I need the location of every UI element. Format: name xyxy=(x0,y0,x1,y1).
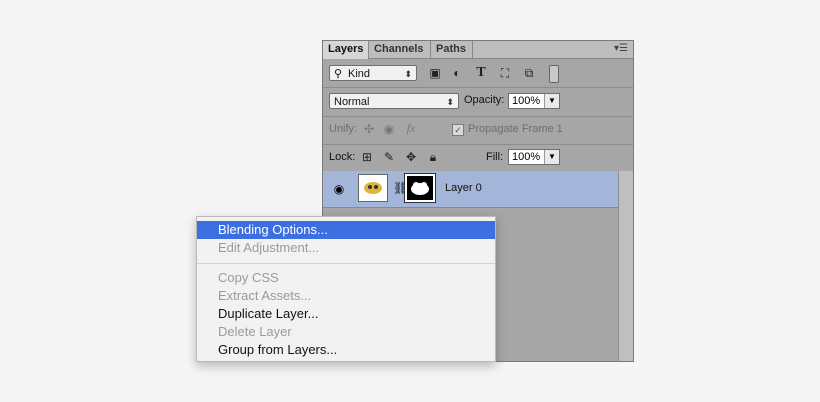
layers-scrollbar[interactable] xyxy=(618,171,633,361)
fill-field[interactable]: 100% ▼ xyxy=(508,149,560,165)
adjustment-filter-icon[interactable]: ◐ xyxy=(449,66,465,80)
menu-item-extract-assets[interactable]: Extract Assets... xyxy=(197,287,495,305)
lock-transparent-pixels-icon[interactable]: ⊞ xyxy=(359,150,375,164)
menu-separator xyxy=(197,263,495,264)
filter-row: ⚲ Kind ⬍ ▣ ◐ T ⛶ ⧉ xyxy=(323,59,633,88)
image-thumbnail-icon xyxy=(364,182,382,194)
fill-label: Fill: xyxy=(486,151,504,163)
type-filter-icon[interactable]: T xyxy=(473,65,489,81)
unify-visibility-icon[interactable]: ◉ xyxy=(381,122,397,136)
blend-row: Normal ⬍ Opacity: 100% ▼ xyxy=(323,88,633,117)
lock-position-icon[interactable]: ✥ xyxy=(403,150,419,164)
menu-item-duplicate-layer[interactable]: Duplicate Layer... xyxy=(197,305,495,323)
layer-row[interactable]: ◉ ⛓ Layer 0 xyxy=(323,171,619,208)
lock-all-icon[interactable]: 🔒︎ xyxy=(425,150,441,165)
layer-name[interactable]: Layer 0 xyxy=(445,182,482,194)
select-arrows-icon: ⬍ xyxy=(404,69,412,79)
menu-item-blending-options[interactable]: Blending Options... xyxy=(197,221,495,239)
dropdown-arrow-icon[interactable]: ▼ xyxy=(544,150,559,164)
unify-style-icon[interactable]: fx xyxy=(403,121,419,136)
lock-image-pixels-icon[interactable]: ✎ xyxy=(381,150,397,164)
menu-item-edit-adjustment[interactable]: Edit Adjustment... xyxy=(197,239,495,257)
search-icon: ⚲ xyxy=(334,68,343,80)
menu-item-delete-layer[interactable]: Delete Layer xyxy=(197,323,495,341)
layer-context-menu: Blending Options... Edit Adjustment... C… xyxy=(196,216,496,362)
shape-filter-icon[interactable]: ⛶ xyxy=(497,66,513,81)
unify-position-icon[interactable]: ✣ xyxy=(361,122,377,136)
opacity-label: Opacity: xyxy=(464,94,505,106)
tab-channels[interactable]: Channels xyxy=(369,41,431,58)
layer-thumbnail[interactable] xyxy=(358,174,388,202)
lock-label: Lock: xyxy=(329,151,356,163)
panel-menu-icon[interactable]: ▾☰ xyxy=(614,43,628,54)
mask-shape-icon xyxy=(411,182,429,195)
dropdown-arrow-icon[interactable]: ▼ xyxy=(544,94,559,108)
menu-item-group-from-layers[interactable]: Group from Layers... xyxy=(197,341,495,359)
filter-kind-label: Kind xyxy=(348,68,371,80)
unify-label: Unify: xyxy=(329,123,358,135)
smart-object-filter-icon[interactable]: ⧉ xyxy=(521,66,537,81)
menu-item-copy-css[interactable]: Copy CSS xyxy=(197,269,495,287)
lock-row: Lock: ⊞ ✎ ✥ 🔒︎ Fill: 100% ▼ xyxy=(323,145,633,172)
pixel-filter-icon[interactable]: ▣ xyxy=(427,66,443,80)
filter-toggle-switch[interactable] xyxy=(549,65,559,83)
tab-paths[interactable]: Paths xyxy=(431,41,473,58)
filter-kind-select[interactable]: ⚲ Kind ⬍ xyxy=(329,65,417,81)
propagate-label: Propagate Frame 1 xyxy=(468,123,563,135)
blend-mode-select[interactable]: Normal ⬍ xyxy=(329,93,459,109)
opacity-field[interactable]: 100% ▼ xyxy=(508,93,560,109)
blend-mode-value: Normal xyxy=(334,96,370,108)
panel-tabs: Layers Channels Paths ▾☰ xyxy=(323,41,633,59)
select-arrows-icon: ⬍ xyxy=(446,97,454,107)
layer-mask-thumbnail[interactable] xyxy=(404,173,436,203)
unify-row: Unify: ✣ ◉ fx ✓ Propagate Frame 1 xyxy=(323,117,633,145)
propagate-checkbox[interactable]: ✓ xyxy=(452,124,464,136)
eye-icon[interactable]: ◉ xyxy=(330,182,348,196)
tab-layers[interactable]: Layers xyxy=(323,41,369,59)
opacity-value: 100% xyxy=(512,95,541,107)
fill-value: 100% xyxy=(512,151,541,163)
